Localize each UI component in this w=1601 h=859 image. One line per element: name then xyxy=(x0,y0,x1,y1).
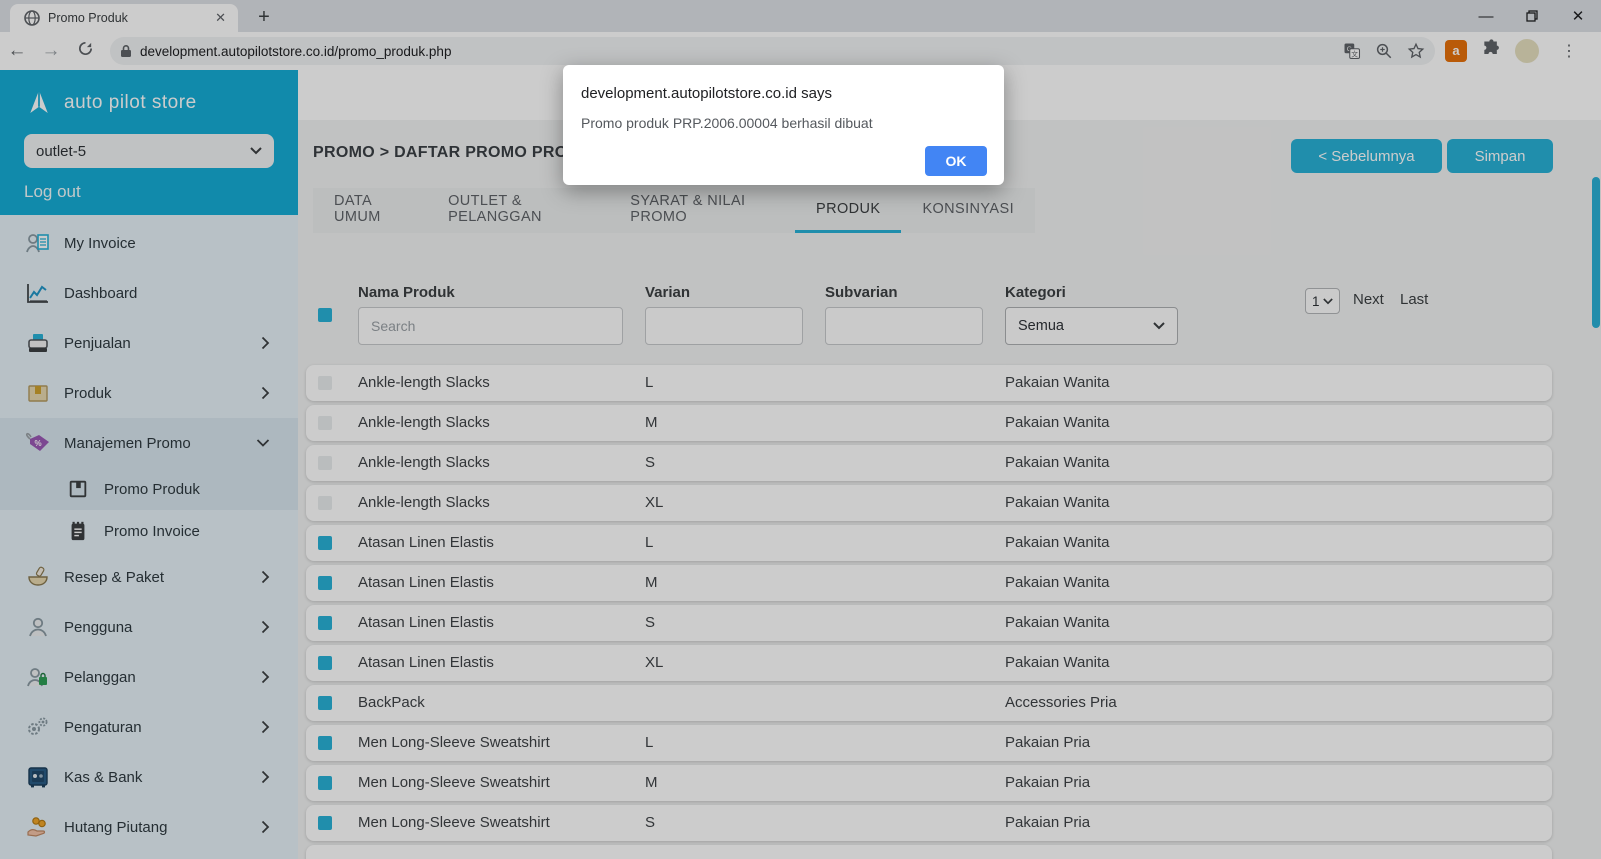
alert-dialog: development.autopilotstore.co.id says Pr… xyxy=(563,65,1004,185)
alert-message: Promo produk PRP.2006.00004 berhasil dib… xyxy=(581,115,984,131)
alert-title: development.autopilotstore.co.id says xyxy=(581,85,984,102)
browser-window: Promo Produk ✕ + — ✕ ← → xyxy=(0,0,1601,859)
alert-ok-button[interactable]: OK xyxy=(925,146,987,176)
